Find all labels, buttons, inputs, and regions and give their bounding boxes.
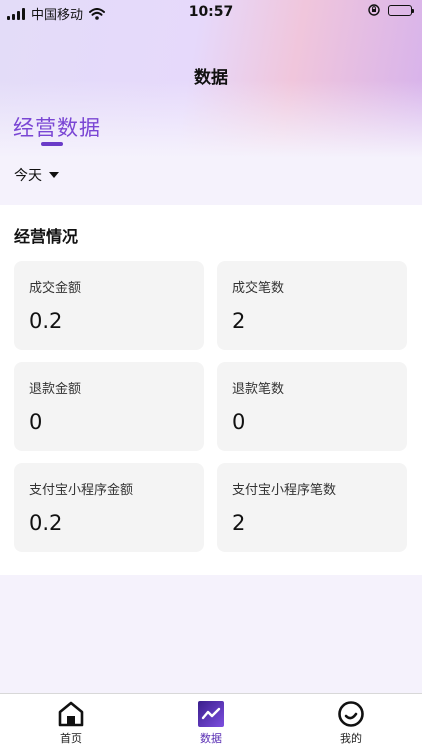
- tab-business-data[interactable]: 经营数据: [13, 112, 101, 142]
- stat-label: 退款笔数: [232, 382, 285, 397]
- stat-value: 0: [29, 410, 43, 434]
- stat-label: 支付宝小程序笔数: [232, 483, 337, 498]
- tab-label: 首页: [60, 732, 82, 745]
- status-bar: 中国移动 10:57: [0, 0, 422, 26]
- stat-card-refund-amount[interactable]: 退款金额 0: [14, 362, 204, 451]
- chart-icon: [197, 700, 225, 728]
- tab-data[interactable]: 数据: [171, 700, 251, 746]
- tab-active-indicator: [41, 142, 63, 146]
- stat-card-sales-count[interactable]: 成交笔数 2: [217, 261, 407, 350]
- battery-icon: [388, 4, 414, 16]
- stat-value: 2: [232, 309, 246, 333]
- stat-value: 2: [232, 511, 246, 535]
- stat-card-sales-amount[interactable]: 成交金额 0.2: [14, 261, 204, 350]
- date-filter-label: 今天: [14, 168, 42, 184]
- overview-panel: 经营情况 成交金额 0.2 成交笔数 2 退款金额 0 退款笔数 0 支付宝小程…: [0, 205, 422, 575]
- stat-label: 成交笔数: [232, 281, 285, 296]
- stat-value: 0: [232, 410, 246, 434]
- tab-label: 我的: [340, 732, 362, 745]
- tab-home[interactable]: 首页: [31, 700, 111, 746]
- date-filter-dropdown[interactable]: 今天: [14, 165, 59, 185]
- caret-down-icon: [49, 172, 59, 178]
- profile-icon: [337, 700, 365, 728]
- overview-title: 经营情况: [14, 227, 79, 246]
- bottom-tab-bar: 首页 数据 我的: [0, 693, 422, 751]
- stat-label: 退款金额: [29, 382, 82, 397]
- stat-card-alipay-count[interactable]: 支付宝小程序笔数 2: [217, 463, 407, 552]
- stat-value: 0.2: [29, 309, 63, 333]
- tab-label: 数据: [200, 732, 222, 745]
- stat-label: 成交金额: [29, 281, 82, 296]
- home-icon: [57, 700, 85, 728]
- status-time: 10:57: [188, 4, 234, 20]
- page-title: 数据: [194, 68, 228, 88]
- tab-profile[interactable]: 我的: [311, 700, 391, 746]
- stat-card-refund-count[interactable]: 退款笔数 0: [217, 362, 407, 451]
- orientation-lock-icon: [368, 4, 380, 16]
- stat-card-alipay-amount[interactable]: 支付宝小程序金额 0.2: [14, 463, 204, 552]
- stat-label: 支付宝小程序金额: [29, 483, 134, 498]
- stat-value: 0.2: [29, 511, 63, 535]
